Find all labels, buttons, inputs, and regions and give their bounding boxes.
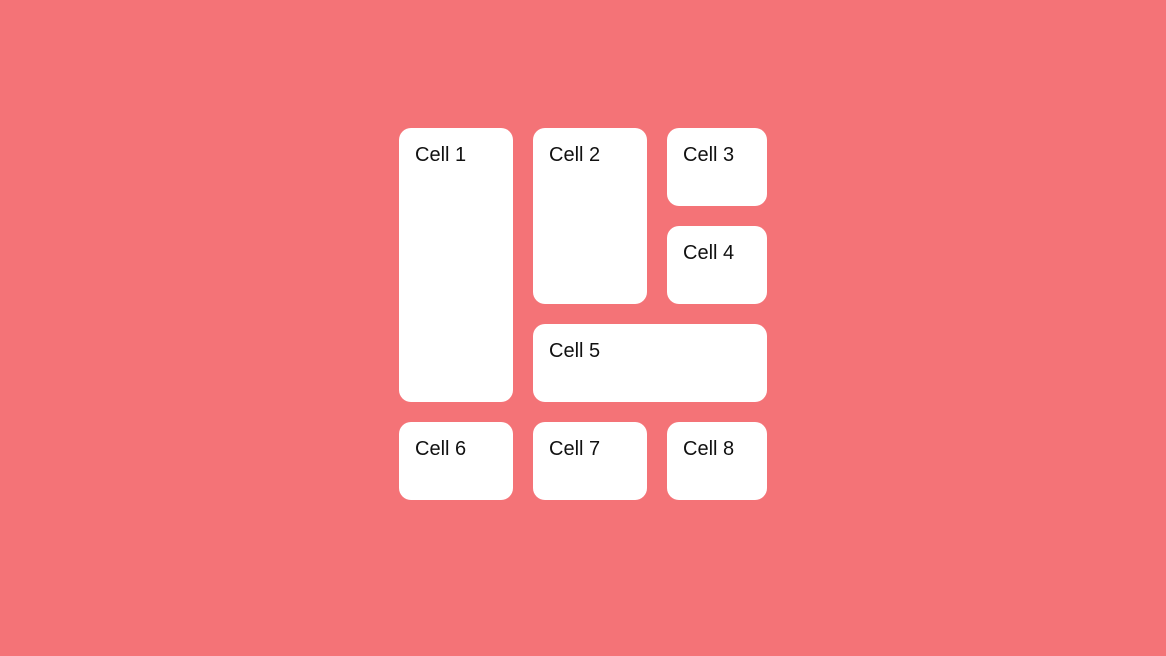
cell-7: Cell 7 [533, 422, 647, 500]
cell-3: Cell 3 [667, 128, 767, 206]
cell-8: Cell 8 [667, 422, 767, 500]
cell-2: Cell 2 [533, 128, 647, 304]
cell-1: Cell 1 [399, 128, 513, 402]
cell-4: Cell 4 [667, 226, 767, 304]
cell-6: Cell 6 [399, 422, 513, 500]
grid-demo: Cell 1 Cell 2 Cell 3 Cell 4 Cell 5 Cell … [399, 128, 767, 500]
cell-5: Cell 5 [533, 324, 767, 402]
